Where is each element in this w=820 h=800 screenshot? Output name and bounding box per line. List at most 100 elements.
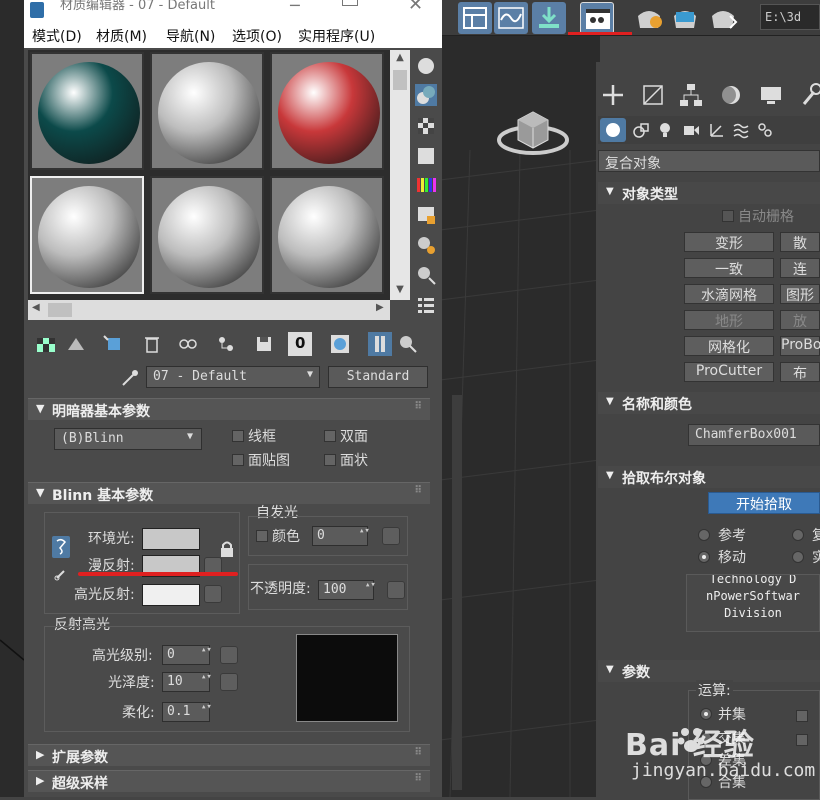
- union-radio[interactable]: [700, 708, 712, 720]
- systems-icon[interactable]: [756, 121, 774, 143]
- specular-level-map-button[interactable]: [220, 646, 238, 664]
- put-to-scene-icon[interactable]: [64, 332, 88, 356]
- select-by-material-icon[interactable]: [415, 264, 437, 286]
- object-type-button[interactable]: 放: [780, 310, 820, 330]
- material-editor-icon[interactable]: [580, 2, 614, 34]
- menu-mode[interactable]: 模式(D): [32, 26, 82, 46]
- object-type-button[interactable]: 变形: [684, 232, 774, 252]
- show-end-result-icon[interactable]: [368, 332, 392, 356]
- modify-tab-icon[interactable]: [638, 80, 668, 110]
- start-pick-button[interactable]: 开始拾取: [708, 492, 820, 514]
- object-type-button[interactable]: 地形: [684, 310, 774, 330]
- rollout-object-type[interactable]: ▼ 对象类型: [598, 182, 820, 204]
- rollout-pick-boolean[interactable]: ▼ 拾取布尔对象: [598, 466, 820, 488]
- glossiness-spinner[interactable]: 10: [162, 672, 210, 692]
- cameras-icon[interactable]: [682, 121, 700, 143]
- link-icon[interactable]: [52, 566, 70, 584]
- project-path-field[interactable]: E:\3d: [760, 4, 820, 30]
- hierarchy-tab-icon[interactable]: [676, 80, 706, 110]
- make-preview-icon[interactable]: [415, 204, 437, 226]
- object-type-button[interactable]: ProBo: [780, 336, 820, 356]
- display-tab-icon[interactable]: [756, 80, 786, 110]
- save-icon[interactable]: [252, 332, 276, 356]
- backlight-icon[interactable]: [415, 84, 437, 106]
- menu-utilities[interactable]: 实用程序(U): [298, 26, 375, 46]
- rollout-supersampling[interactable]: ▶ 超级采样 ⠿: [28, 770, 430, 792]
- minimize-icon[interactable]: ─: [290, 0, 306, 15]
- eyedropper-icon[interactable]: [120, 368, 140, 388]
- material-map-navigator-icon[interactable]: [415, 294, 437, 316]
- specular-level-spinner[interactable]: 0: [162, 645, 210, 665]
- object-type-button[interactable]: 水滴网格: [684, 284, 774, 304]
- lights-icon[interactable]: [656, 121, 674, 143]
- face-map-checkbox[interactable]: [232, 454, 244, 466]
- menu-material[interactable]: 材质(M): [96, 26, 147, 46]
- slots-horizontal-scrollbar[interactable]: ◀ ▶: [28, 300, 390, 320]
- background-checker-icon[interactable]: [415, 115, 437, 137]
- move-radio[interactable]: [698, 551, 710, 563]
- object-category-dropdown[interactable]: 复合对象: [598, 150, 820, 172]
- rollout-parameters[interactable]: ▼ 参数: [598, 660, 820, 682]
- delete-icon[interactable]: [140, 332, 164, 356]
- video-color-check-icon[interactable]: [415, 174, 437, 196]
- copy-radio[interactable]: [792, 529, 804, 541]
- specular-swatch[interactable]: [142, 584, 200, 606]
- self-illum-map-button[interactable]: [382, 527, 400, 545]
- maximize-icon[interactable]: [342, 0, 358, 6]
- put-to-library-icon[interactable]: [214, 332, 238, 356]
- panel-scrollbar[interactable]: [452, 395, 462, 790]
- self-illum-color-checkbox[interactable]: [256, 530, 268, 542]
- material-slot[interactable]: [270, 52, 384, 170]
- viewcube-icon[interactable]: [496, 100, 570, 160]
- specular-map-button[interactable]: [204, 585, 222, 603]
- material-slot[interactable]: [150, 52, 264, 170]
- rollout-shader-basic[interactable]: ▼ 明暗器基本参数 ⠿: [28, 398, 430, 420]
- utilities-tab-icon[interactable]: [796, 80, 820, 110]
- schematic-download-icon[interactable]: [532, 2, 566, 34]
- wire-checkbox[interactable]: [232, 430, 244, 442]
- material-name-field[interactable]: 07 - Default ▼: [146, 366, 320, 388]
- shader-type-dropdown[interactable]: (B)Blinn ▼: [54, 428, 202, 450]
- glossiness-map-button[interactable]: [220, 673, 238, 691]
- rollout-extended[interactable]: ▶ 扩展参数 ⠿: [28, 744, 430, 766]
- create-tab-icon[interactable]: [598, 80, 628, 110]
- object-type-button[interactable]: ProCutter: [684, 362, 774, 382]
- rollout-blinn-basic[interactable]: ▼ Blinn 基本参数 ⠿: [28, 482, 430, 504]
- space-warps-icon[interactable]: [732, 121, 750, 143]
- get-material-icon[interactable]: [34, 332, 58, 356]
- menu-options[interactable]: 选项(O): [232, 26, 282, 46]
- close-icon[interactable]: ✕: [408, 0, 423, 15]
- render-production-icon[interactable]: [706, 2, 740, 34]
- object-type-button[interactable]: 图形: [780, 284, 820, 304]
- object-name-field[interactable]: ChamferBox001: [688, 424, 820, 446]
- shapes-icon[interactable]: [632, 121, 650, 143]
- faceted-checkbox[interactable]: [324, 454, 336, 466]
- material-slot[interactable]: [30, 52, 144, 170]
- lock-ambient-diffuse-icon[interactable]: [52, 536, 70, 558]
- options-icon[interactable]: [415, 234, 437, 256]
- opacity-spinner[interactable]: 100: [318, 580, 374, 600]
- soften-spinner[interactable]: 0.1: [162, 702, 210, 722]
- instance-radio[interactable]: [792, 551, 804, 563]
- make-unique-icon[interactable]: [176, 332, 200, 356]
- opacity-map-button[interactable]: [387, 581, 405, 599]
- object-type-button[interactable]: 连: [780, 258, 820, 278]
- uv-tiling-icon[interactable]: [415, 145, 437, 167]
- render-frame-icon[interactable]: [668, 2, 702, 34]
- self-illum-value-spinner[interactable]: 0: [312, 526, 368, 546]
- sample-type-icon[interactable]: [415, 55, 437, 77]
- object-type-button[interactable]: 布: [780, 362, 820, 382]
- object-type-button[interactable]: 一致: [684, 258, 774, 278]
- lock-icon[interactable]: [220, 540, 234, 558]
- material-id-channel-icon[interactable]: 0: [288, 332, 312, 356]
- motion-tab-icon[interactable]: [716, 80, 746, 110]
- render-setup-icon[interactable]: [632, 2, 666, 34]
- scene-explorer-icon[interactable]: [458, 2, 492, 34]
- curve-editor-icon[interactable]: [494, 2, 528, 34]
- material-slot[interactable]: [30, 176, 144, 294]
- reference-radio[interactable]: [698, 529, 710, 541]
- go-to-parent-icon[interactable]: [396, 332, 420, 356]
- object-type-button[interactable]: 网格化: [684, 336, 774, 356]
- object-type-button[interactable]: 散: [780, 232, 820, 252]
- material-slot[interactable]: [270, 176, 384, 294]
